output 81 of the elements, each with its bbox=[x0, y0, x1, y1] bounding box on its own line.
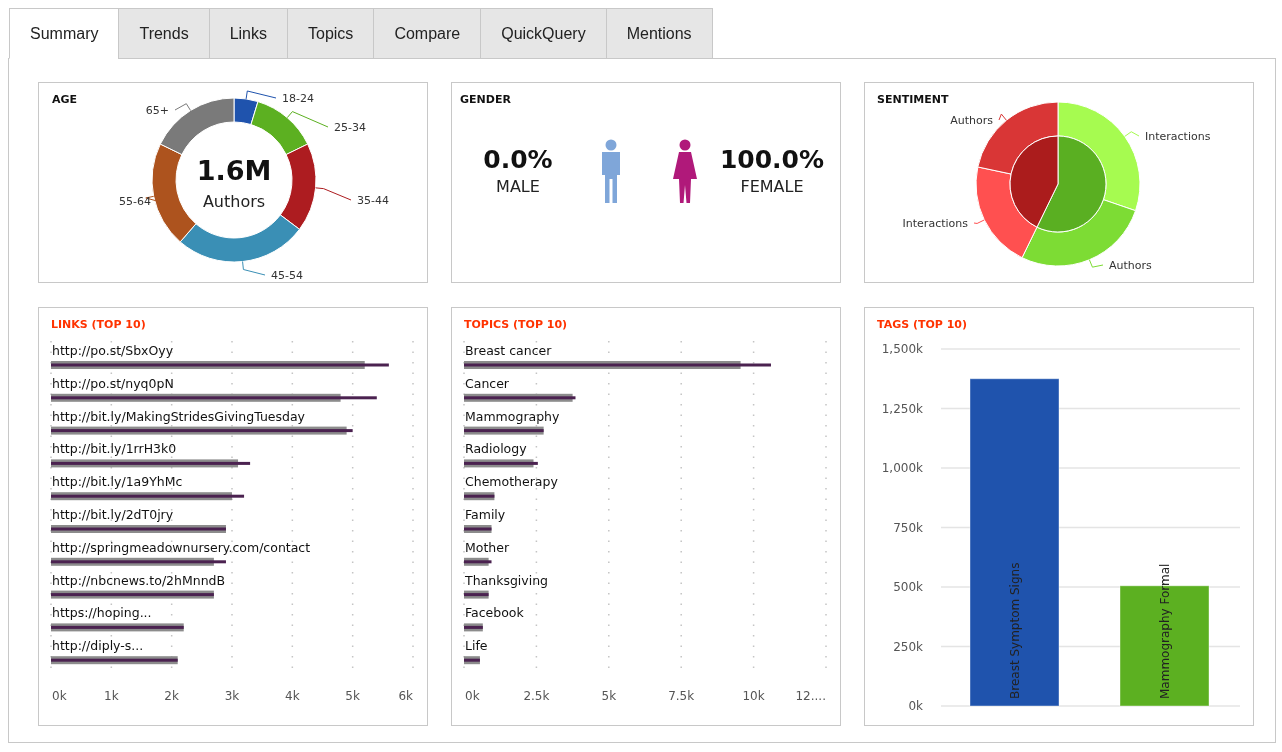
axis-tick-label: 2k bbox=[164, 689, 179, 703]
total-label: Authors bbox=[202, 192, 266, 211]
leader-line bbox=[242, 261, 266, 276]
total-value: 1.6M bbox=[196, 155, 272, 186]
axis-tick-label: 5k bbox=[345, 689, 360, 703]
category-label: Breast Symptom Signs bbox=[1007, 562, 1022, 699]
tab[interactable]: Topics bbox=[287, 8, 375, 59]
segment-label: 25-34 bbox=[334, 121, 366, 134]
axis-tick-label: 2.5k bbox=[523, 689, 550, 703]
category-label: http://bit.ly/2dT0jry bbox=[52, 507, 174, 522]
leader-line bbox=[973, 219, 985, 224]
segment-label: Interactions bbox=[1145, 130, 1211, 143]
category-label: Life bbox=[465, 638, 488, 654]
axis-tick-label: 6k bbox=[398, 689, 413, 703]
segment-label: Interactions bbox=[902, 217, 968, 230]
tab[interactable]: Compare bbox=[373, 8, 482, 59]
leader-line bbox=[1088, 259, 1104, 268]
segment-label: Authors bbox=[1109, 259, 1152, 272]
female-percent: 100.0% bbox=[719, 144, 825, 175]
axis-tick-label: 10k bbox=[742, 689, 765, 703]
category-label: http://diply-s... bbox=[52, 638, 144, 654]
leader-line bbox=[245, 90, 277, 100]
leader-line bbox=[174, 103, 192, 111]
card-title: TAGS (TOP 10) bbox=[876, 317, 969, 333]
axis-tick-label: 1k bbox=[104, 689, 119, 703]
axis-tick-label: 4k bbox=[285, 689, 300, 703]
tab[interactable]: Mentions bbox=[605, 8, 713, 59]
axis-tick-label: 5k bbox=[601, 689, 617, 703]
male-percent: 0.0% bbox=[483, 144, 553, 175]
male-label: MALE bbox=[496, 175, 540, 198]
category-label: Thanksgiving bbox=[465, 572, 549, 588]
axis-tick-label: 3k bbox=[224, 689, 240, 703]
category-label: Facebook bbox=[465, 605, 524, 621]
tab[interactable]: QuickQuery bbox=[480, 8, 607, 59]
female-label: FEMALE bbox=[740, 175, 804, 198]
segment-label: 65+ bbox=[145, 104, 169, 117]
axis-tick-label: 500k bbox=[893, 580, 923, 594]
segment-label: 45-54 bbox=[271, 269, 303, 282]
axis-tick-label: 0k bbox=[465, 689, 480, 703]
female-figure-icon bbox=[671, 138, 698, 205]
category-label: http://po.st/SbxOyy bbox=[52, 343, 174, 358]
category-label: Cancer bbox=[465, 375, 509, 391]
card-title: TOPICS (TOP 10) bbox=[463, 317, 569, 333]
category-label: Mammography bbox=[465, 408, 560, 424]
category-label: http://bit.ly/1a9YhMc bbox=[52, 474, 183, 490]
card-title: GENDER bbox=[459, 92, 512, 108]
segment-label: Authors bbox=[950, 114, 993, 127]
leader-line bbox=[315, 187, 352, 201]
category-label: http://po.st/nyq0pN bbox=[52, 375, 174, 391]
segment-label: 18-24 bbox=[282, 92, 314, 105]
axis-tick-label: 7.5k bbox=[668, 689, 695, 703]
axis-tick-label: 750k bbox=[893, 520, 923, 535]
leader-line bbox=[998, 113, 1007, 121]
tab[interactable]: Trends bbox=[118, 8, 210, 59]
card-title: LINKS (TOP 10) bbox=[50, 317, 147, 333]
category-label: Breast cancer bbox=[465, 343, 552, 358]
tab[interactable]: Links bbox=[208, 8, 288, 59]
segment-label: 55-64 bbox=[119, 195, 151, 208]
segment-label: 35-44 bbox=[357, 194, 389, 207]
card-title: SENTIMENT bbox=[877, 93, 949, 106]
card-title: AGE bbox=[52, 93, 78, 106]
leader-line bbox=[286, 111, 329, 128]
category-label: Family bbox=[465, 507, 506, 522]
axis-tick-label: 12.... bbox=[795, 689, 826, 703]
category-label: https://hoping... bbox=[52, 605, 152, 621]
category-label: Mammography Formal bbox=[1157, 563, 1172, 699]
axis-tick-label: 1,000k bbox=[881, 461, 923, 475]
tab[interactable]: Summary bbox=[9, 8, 120, 59]
axis-tick-label: 250k bbox=[893, 639, 923, 654]
axis-tick-label: 0k bbox=[52, 689, 67, 703]
category-label: http://bit.ly/MakingStridesGivingTuesday bbox=[52, 408, 305, 424]
category-label: Mother bbox=[465, 539, 510, 555]
category-label: Chemotherapy bbox=[465, 474, 558, 490]
axis-tick-label: 1,250k bbox=[881, 401, 923, 416]
category-label: http://nbcnews.to/2hMnndB bbox=[52, 572, 226, 588]
axis-tick-label: 1,500k bbox=[881, 342, 923, 356]
category-label: http://springmeadownursery.com/contact bbox=[52, 539, 311, 555]
leader-line bbox=[1124, 131, 1140, 137]
axis-tick-label: 0k bbox=[908, 699, 923, 713]
category-label: http://bit.ly/1rrH3k0 bbox=[52, 441, 177, 457]
category-label: Radiology bbox=[465, 441, 527, 457]
